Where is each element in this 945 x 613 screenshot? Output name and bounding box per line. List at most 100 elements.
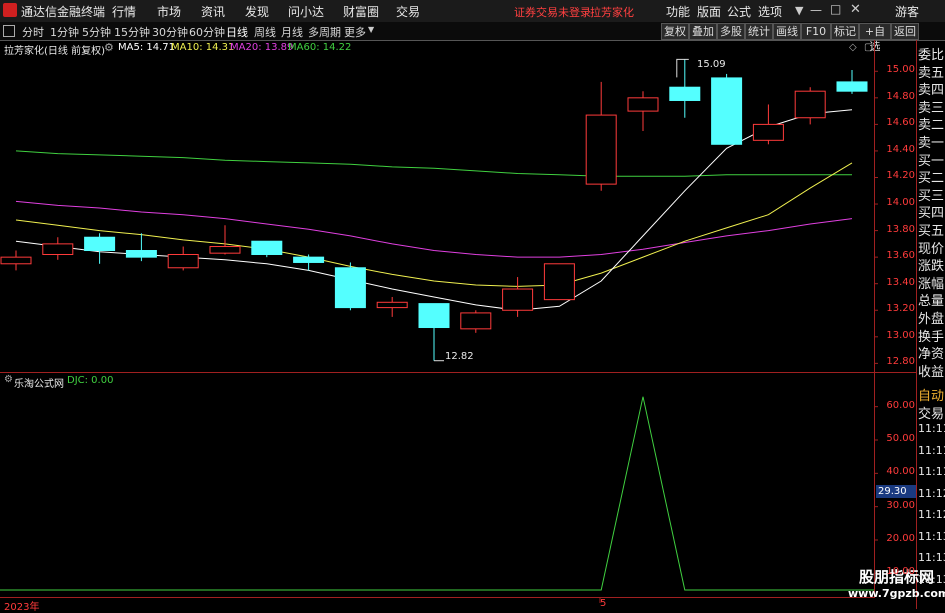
candle-body — [794, 90, 826, 119]
high-leader-line — [676, 58, 689, 78]
indicator-line — [0, 396, 874, 591]
candle-body — [42, 243, 74, 255]
candle[interactable] — [251, 240, 283, 258]
sidebar-label-15: 外盘 — [918, 312, 945, 327]
low-price-label: 12.82 — [445, 351, 474, 362]
sidebar-label-16: 换手 — [918, 329, 945, 345]
candle[interactable] — [42, 237, 74, 260]
candle[interactable] — [627, 91, 659, 132]
indicator-tick-5: 10.00 — [886, 566, 915, 578]
indicator-tick-4: 20.00 — [886, 533, 915, 544]
candle-body — [711, 77, 743, 145]
year-label: 2023年 — [4, 602, 40, 613]
time-label-7: 11:13 — [918, 572, 945, 586]
price-tick-5: 14.00 — [886, 197, 915, 209]
sidebar-label-11: 现价 — [918, 241, 945, 257]
candle[interactable] — [125, 233, 157, 262]
candle-body — [627, 97, 659, 112]
candle[interactable] — [502, 277, 534, 317]
time-label-0: 11:11 — [918, 422, 945, 435]
time-label-2: 11:11 — [918, 465, 945, 478]
candle[interactable] — [836, 69, 868, 94]
indicator-gear-icon[interactable]: ⚙ — [4, 374, 13, 385]
time-label-1: 11:11 — [918, 443, 945, 457]
candle-body — [376, 301, 408, 309]
candle[interactable] — [543, 263, 575, 301]
sidebar-label-8: 买三 — [918, 188, 945, 204]
candle[interactable] — [460, 310, 492, 333]
time-label-3: 11:12 — [918, 486, 945, 500]
candle[interactable] — [84, 233, 116, 264]
sidebar-label-0: 委比 — [918, 48, 945, 63]
candle-body — [251, 240, 283, 255]
candle-body — [585, 114, 617, 185]
candle-body — [0, 256, 32, 265]
candle[interactable] — [167, 246, 199, 271]
sidebar-bottom-1: 交易 — [918, 407, 945, 422]
price-tick-9: 13.20 — [886, 303, 915, 315]
price-tick-1: 14.80 — [886, 90, 915, 102]
candle-body — [125, 250, 157, 258]
sidebar-label-18: 收益 — [918, 364, 945, 380]
candle[interactable] — [376, 296, 408, 317]
indicator-current-badge: 29.30 — [876, 485, 916, 498]
candle-body — [293, 256, 325, 263]
time-label-4: 11:12 — [918, 508, 945, 521]
candle-body — [669, 86, 701, 101]
candle[interactable] — [334, 262, 366, 311]
price-tick-3: 14.40 — [886, 143, 915, 155]
sidebar-label-4: 卖二 — [918, 118, 945, 134]
indicator-tick-1: 50.00 — [886, 433, 915, 444]
price-tick-10: 13.00 — [886, 329, 915, 341]
candle[interactable] — [293, 254, 325, 271]
sidebar-label-13: 涨幅 — [918, 276, 945, 292]
price-tick-4: 14.20 — [886, 170, 915, 182]
sidebar-label-12: 涨跌 — [918, 259, 945, 275]
ma60-line — [15, 150, 852, 177]
indicator-tick-3: 30.00 — [886, 499, 915, 511]
price-tick-6: 13.80 — [886, 223, 915, 235]
candle[interactable] — [669, 59, 701, 118]
candle-body — [836, 81, 868, 92]
candle[interactable] — [209, 225, 241, 255]
sidebar-label-6: 买一 — [918, 153, 945, 169]
candle[interactable] — [0, 250, 32, 271]
sidebar-label-7: 买二 — [918, 171, 945, 187]
price-tick-7: 13.60 — [886, 250, 915, 262]
sidebar-label-2: 卖四 — [918, 83, 945, 99]
sidebar-label-5: 卖一 — [918, 136, 945, 151]
sidebar-label-9: 买四 — [918, 206, 945, 222]
sidebar-label-17: 净资 — [918, 347, 945, 363]
candle-body — [334, 267, 366, 309]
indicator-tick-2: 40.00 — [886, 466, 915, 478]
candle[interactable] — [794, 87, 826, 125]
price-tick-11: 12.80 — [886, 356, 915, 368]
candle-body — [418, 303, 450, 329]
candle-body — [752, 123, 784, 141]
high-price-label: 15.09 — [697, 59, 726, 70]
watermark-sub: www.7gpzb.com — [848, 587, 945, 600]
candle-body — [209, 246, 241, 254]
candle[interactable] — [585, 81, 617, 191]
sidebar-label-1: 卖五 — [918, 65, 945, 81]
time-label-5: 11:13 — [918, 529, 945, 543]
candle[interactable] — [711, 73, 743, 145]
candle-body — [460, 312, 492, 330]
sidebar-label-10: 买五 — [918, 224, 945, 239]
price-tick-0: 15.00 — [886, 64, 915, 76]
month-label: 5 — [600, 598, 607, 609]
price-tick-2: 14.60 — [886, 117, 915, 129]
sidebar-label-14: 总量 — [918, 294, 945, 310]
candle-body — [502, 288, 534, 311]
candlestick-chart[interactable] — [0, 0, 945, 609]
sidebar-bottom-0: 自动 — [918, 389, 945, 404]
time-label-6: 11:13 — [918, 551, 945, 564]
sidebar-label-3: 卖三 — [918, 100, 945, 116]
price-tick-8: 13.40 — [886, 276, 915, 288]
candle[interactable] — [752, 104, 784, 145]
indicator-value: DJC: 0.00 — [67, 375, 114, 386]
candle-body — [543, 263, 575, 301]
indicator-tick-0: 60.00 — [886, 399, 915, 411]
ma10-line — [15, 162, 853, 287]
indicator-title: 乐淘公式网 — [14, 379, 64, 390]
